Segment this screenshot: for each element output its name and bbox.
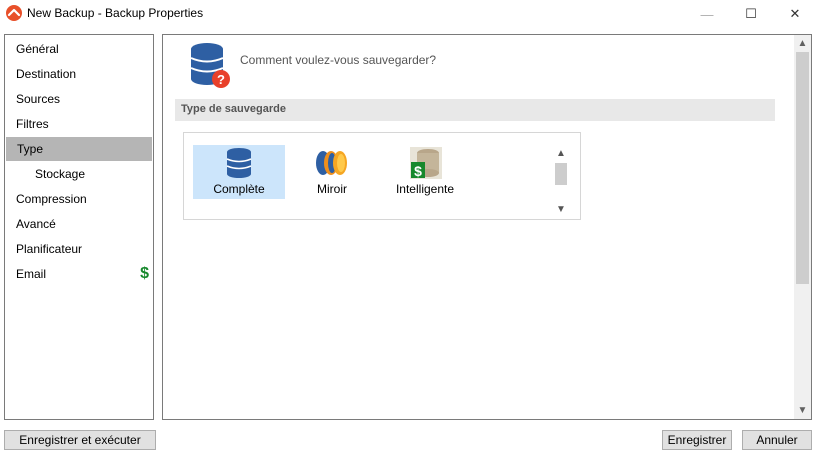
sidebar-item-compression[interactable]: Compression [5, 187, 153, 211]
sidebar-item-avance[interactable]: Avancé [5, 212, 153, 236]
scroll-thumb[interactable] [796, 52, 809, 284]
sidebar-item-label: Email [16, 267, 47, 281]
sidebar-item-label: Stockage [35, 167, 86, 181]
title-bar: New Backup - Backup Properties — ☐ ✕ [0, 0, 818, 28]
type-label: Complète [213, 182, 265, 196]
main-panel: ? Comment voulez-vous sauvegarder? Type … [162, 34, 812, 420]
maximize-button[interactable]: ☐ [728, 0, 774, 28]
question-text: Comment voulez-vous sauvegarder? [240, 53, 437, 67]
window-title: New Backup - Backup Properties [27, 6, 204, 20]
database-mirror-icon [316, 151, 347, 175]
save-button[interactable]: Enregistrer [662, 430, 732, 450]
sidebar-item-planificateur[interactable]: Planificateur [5, 237, 153, 261]
minimize-button[interactable]: — [684, 0, 730, 28]
sidebar-item-label: Filtres [16, 117, 49, 131]
close-button[interactable]: ✕ [772, 0, 818, 28]
type-label: Miroir [317, 182, 347, 196]
sidebar-item-sources[interactable]: Sources [5, 87, 153, 111]
chevron-down-icon[interactable]: ▼ [794, 402, 811, 419]
dollar-icon: $ [140, 265, 149, 282]
sidebar: Général Destination Sources Filtres Type… [4, 34, 154, 420]
sidebar-item-stockage[interactable]: Stockage [5, 162, 153, 186]
chevron-down-icon[interactable]: ▼ [554, 203, 568, 217]
sidebar-item-type[interactable]: Type [6, 137, 152, 161]
type-mirror[interactable]: Miroir [286, 145, 378, 199]
sidebar-item-label: Général [16, 42, 59, 56]
save-and-run-button[interactable]: Enregistrer et exécuter [4, 430, 156, 450]
section-title: Type de sauvegarde [181, 103, 286, 115]
main-scrollbar[interactable]: ▲ ▼ [794, 35, 811, 419]
sidebar-item-label: Compression [16, 192, 87, 206]
cancel-button[interactable]: Annuler [742, 430, 812, 450]
section-header: Type de sauvegarde [175, 99, 775, 121]
svg-text:$: $ [414, 163, 422, 179]
type-label: Intelligente [395, 182, 455, 196]
sidebar-item-filtres[interactable]: Filtres [5, 112, 153, 136]
type-smart[interactable]: $ Intelligente [379, 145, 471, 199]
database-question-icon: ? [187, 41, 233, 94]
sidebar-item-general[interactable]: Général [5, 37, 153, 61]
backup-type-list: Complète Miroir $ Intelligente ▲ ▼ [183, 132, 581, 220]
chevron-up-icon[interactable]: ▲ [554, 147, 568, 161]
database-smart-icon: $ [410, 147, 442, 179]
sidebar-item-label: Planificateur [16, 242, 83, 256]
sidebar-item-label: Destination [16, 67, 77, 81]
svg-text:?: ? [217, 72, 225, 87]
app-logo-icon [6, 5, 22, 21]
sidebar-item-label: Sources [16, 92, 61, 106]
database-full-icon [226, 148, 252, 178]
sidebar-item-destination[interactable]: Destination [5, 62, 153, 86]
type-list-scrollbar[interactable]: ▲ ▼ [554, 147, 568, 217]
sidebar-item-label: Type [17, 142, 44, 156]
sidebar-item-label: Avancé [16, 217, 56, 231]
sidebar-item-email[interactable]: Email $ [5, 262, 153, 286]
scroll-thumb[interactable] [555, 163, 567, 185]
chevron-up-icon[interactable]: ▲ [794, 35, 811, 52]
type-full[interactable]: Complète [193, 145, 285, 199]
